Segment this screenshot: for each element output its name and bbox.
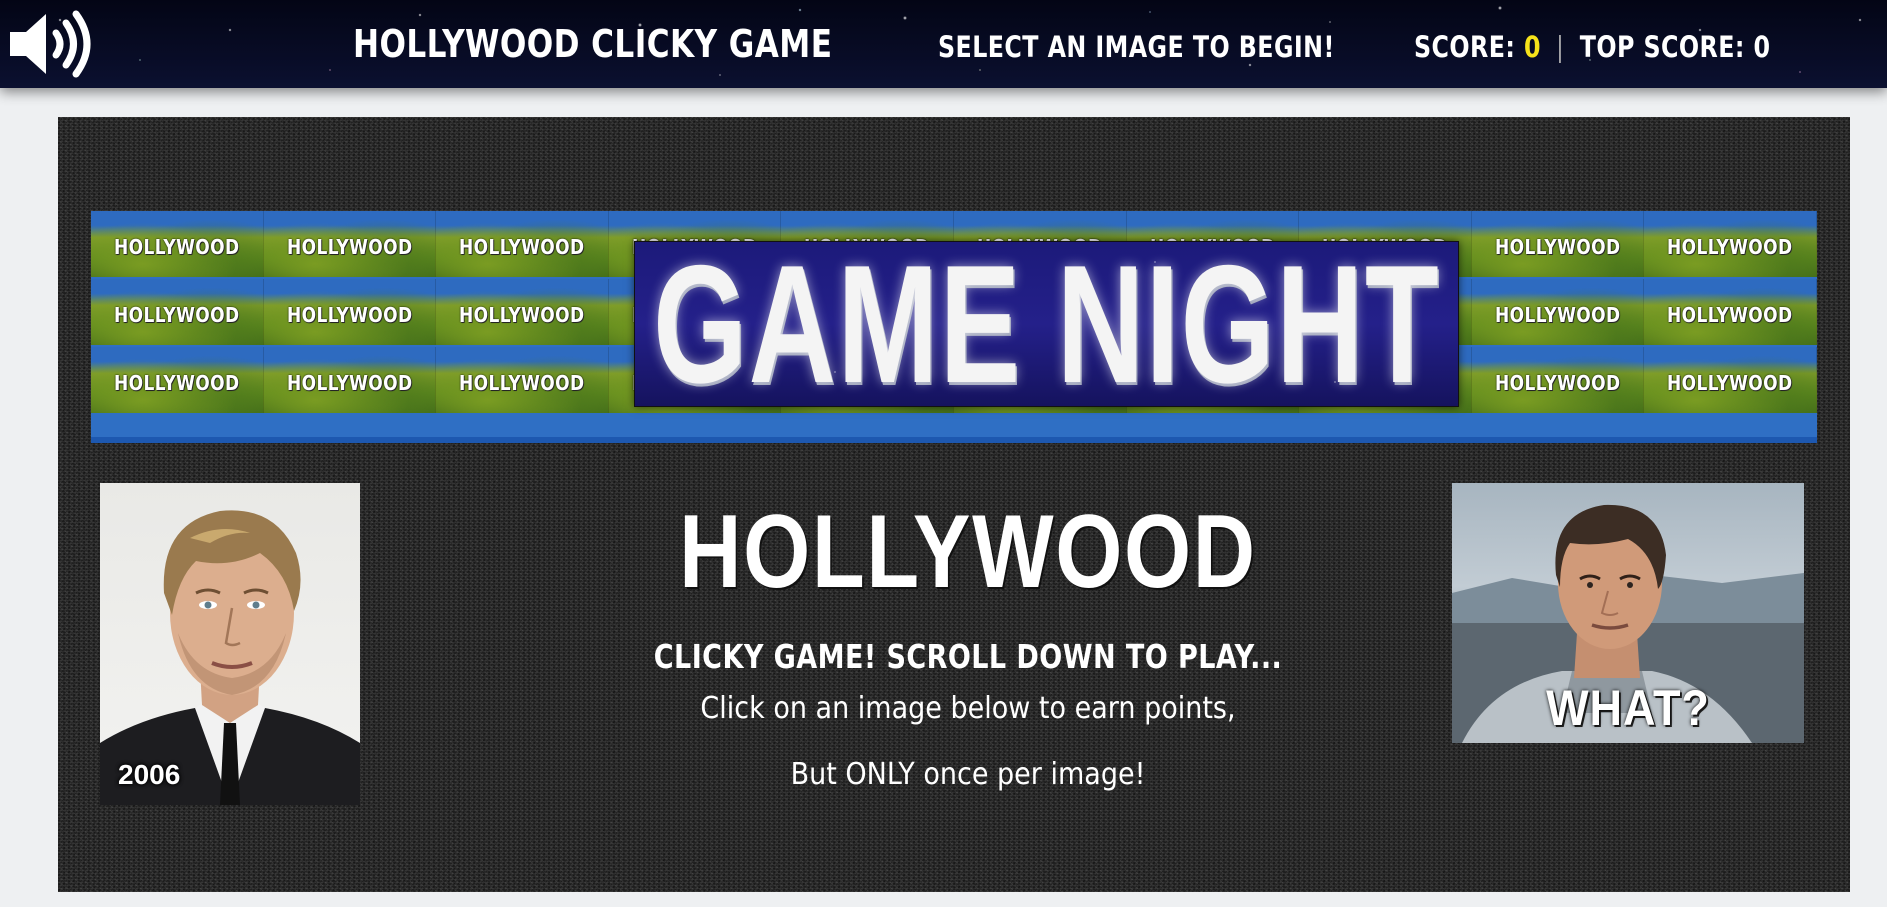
intro-text-block: HOLLYWOOD Clicky Game! Scroll down to pl… xyxy=(548,495,1388,808)
jumbotron: HOLLYWOOD HOLLYWOOD HOLLYWOOD HOLLYWOOD HOLL… xyxy=(58,117,1850,892)
hollywood-sign-text: HOLLYWOOD xyxy=(1667,371,1793,395)
hollywood-sign-text: HOLLYWOOD xyxy=(459,303,585,327)
score-label: Score: xyxy=(1414,30,1516,64)
hollywood-sign-text: HOLLYWOOD xyxy=(1494,303,1621,327)
hollywood-sign-text: HOLLYWOOD xyxy=(1667,303,1793,327)
game-night-text: GAME NIGHT xyxy=(652,230,1441,418)
hollywood-sign-tile: HOLLYWOOD xyxy=(263,347,437,413)
hollywood-sign-text: HOLLYWOOD xyxy=(113,371,240,395)
instruction-line-2: But ONLY once per image! xyxy=(790,757,1146,793)
hollywood-sign-tile: HOLLYWOOD xyxy=(1471,347,1645,413)
hollywood-sign-tile: HOLLYWOOD xyxy=(1471,279,1645,345)
hollywood-sign-tile: HOLLYWOOD xyxy=(436,211,609,277)
hollywood-sign-tile: HOLLYWOOD xyxy=(91,211,264,277)
hollywood-sign-tile: HOLLYWOOD xyxy=(1471,211,1645,277)
status-message: Select an image to begin! xyxy=(938,30,1335,64)
hollywood-sign-tile: HOLLYWOOD xyxy=(1644,347,1817,413)
hollywood-sign-tile: HOLLYWOOD xyxy=(91,279,264,345)
hollywood-sign-tile: HOLLYWOOD xyxy=(436,347,609,413)
hollywood-sign-text: HOLLYWOOD xyxy=(286,235,413,259)
page-subtitle: Clicky Game! Scroll down to play... xyxy=(653,637,1283,677)
top-score-value: 0 xyxy=(1753,30,1771,64)
actor-portrait-left: 2006 xyxy=(100,483,360,805)
game-title: Hollywood Clicky Game xyxy=(353,22,833,66)
speaker-volume-icon[interactable] xyxy=(6,6,94,82)
hollywood-sign-text: HOLLYWOOD xyxy=(1494,235,1621,259)
hollywood-sign-tile: HOLLYWOOD xyxy=(1644,211,1817,277)
year-caption: 2006 xyxy=(118,759,181,790)
game-night-banner: HOLLYWOOD HOLLYWOOD HOLLYWOOD HOLLYWOOD HOLL… xyxy=(91,211,1817,443)
hollywood-sign-tile: HOLLYWOOD xyxy=(1644,279,1817,345)
hollywood-sign-tile: HOLLYWOOD xyxy=(91,347,264,413)
hollywood-sign-text: HOLLYWOOD xyxy=(459,371,585,395)
hollywood-sign-text: HOLLYWOOD xyxy=(1494,371,1621,395)
hollywood-sign-text: HOLLYWOOD xyxy=(286,303,413,327)
hollywood-sign-tile: HOLLYWOOD xyxy=(436,279,609,345)
game-night-logo: GAME NIGHT xyxy=(634,230,1459,418)
score-value: 0 xyxy=(1524,30,1541,64)
score-panel: Score: 0 Top Score: 0 xyxy=(1414,3,1770,91)
hollywood-sign-text: HOLLYWOOD xyxy=(113,235,240,259)
hollywood-sign-text: HOLLYWOOD xyxy=(286,371,413,395)
hollywood-sign-text: HOLLYWOOD xyxy=(459,235,585,259)
page-title: HOLLYWOOD xyxy=(679,494,1257,610)
instruction-line-1: Click on an image below to earn points, xyxy=(700,691,1236,727)
score-divider xyxy=(1559,35,1562,63)
hollywood-sign-tile: HOLLYWOOD xyxy=(263,279,437,345)
actor-portrait-right: WHAT? xyxy=(1452,483,1804,743)
what-caption: WHAT? xyxy=(1546,680,1710,736)
top-navbar: Hollywood Clicky Game Select an image to… xyxy=(0,0,1887,88)
top-score-label: Top Score: xyxy=(1579,30,1745,64)
hollywood-sign-tile: HOLLYWOOD xyxy=(263,211,437,277)
hollywood-sign-text: HOLLYWOOD xyxy=(1667,235,1793,259)
hollywood-sign-text: HOLLYWOOD xyxy=(113,303,240,327)
